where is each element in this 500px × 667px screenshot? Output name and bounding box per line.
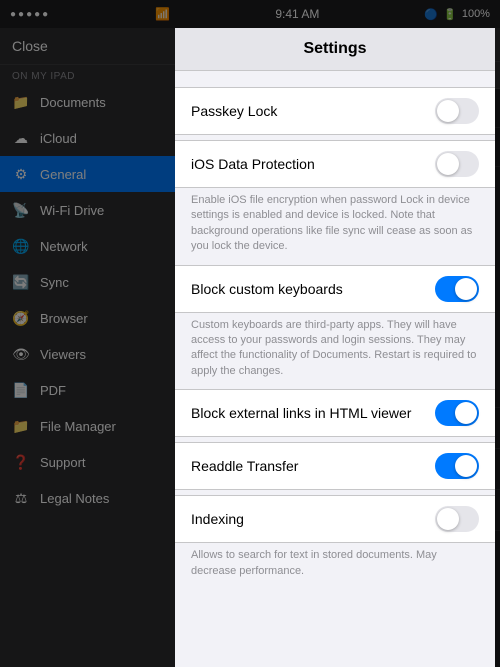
passkey-lock-toggle[interactable] — [435, 98, 479, 124]
block-external-links-toggle[interactable] — [435, 400, 479, 426]
settings-panel: Settings Passkey Lock iOS Data Protectio… — [175, 28, 495, 667]
toggle-knob-5 — [455, 455, 477, 477]
block-keyboards-label: Block custom keyboards — [191, 281, 343, 297]
settings-content[interactable]: Passkey Lock iOS Data Protection Enable … — [175, 71, 495, 667]
passkey-lock-label: Passkey Lock — [191, 103, 277, 119]
readdle-transfer-label: Readdle Transfer — [191, 458, 298, 474]
toggle-knob-3 — [455, 278, 477, 300]
indexing-row[interactable]: Indexing — [175, 495, 495, 543]
readdle-transfer-toggle[interactable] — [435, 453, 479, 479]
passkey-lock-row[interactable]: Passkey Lock — [175, 87, 495, 135]
ios-data-protection-description: Enable iOS file encryption when password… — [175, 187, 495, 259]
block-keyboards-row[interactable]: Block custom keyboards — [175, 265, 495, 313]
toggle-knob-2 — [437, 153, 459, 175]
ios-data-protection-group: iOS Data Protection Enable iOS file encr… — [175, 140, 495, 259]
ios-data-protection-row[interactable]: iOS Data Protection — [175, 140, 495, 188]
indexing-label: Indexing — [191, 511, 244, 527]
indexing-toggle[interactable] — [435, 506, 479, 532]
block-external-links-group: Block external links in HTML viewer — [175, 389, 495, 437]
toggle-knob — [437, 100, 459, 122]
block-external-links-label: Block external links in HTML viewer — [191, 405, 411, 421]
passkey-lock-group: Passkey Lock — [175, 87, 495, 135]
ios-data-protection-label: iOS Data Protection — [191, 156, 315, 172]
indexing-description: Allows to search for text in stored docu… — [175, 542, 495, 583]
block-keyboards-group: Block custom keyboards Custom keyboards … — [175, 265, 495, 384]
block-keyboards-description: Custom keyboards are third-party apps. T… — [175, 312, 495, 384]
readdle-transfer-row[interactable]: Readdle Transfer — [175, 442, 495, 490]
toggle-knob-4 — [455, 402, 477, 424]
indexing-group: Indexing Allows to search for text in st… — [175, 495, 495, 583]
block-external-links-row[interactable]: Block external links in HTML viewer — [175, 389, 495, 437]
readdle-transfer-group: Readdle Transfer — [175, 442, 495, 490]
toggle-knob-6 — [437, 508, 459, 530]
ios-data-protection-toggle[interactable] — [435, 151, 479, 177]
settings-header: Settings — [175, 28, 495, 71]
settings-title: Settings — [303, 40, 366, 57]
block-keyboards-toggle[interactable] — [435, 276, 479, 302]
